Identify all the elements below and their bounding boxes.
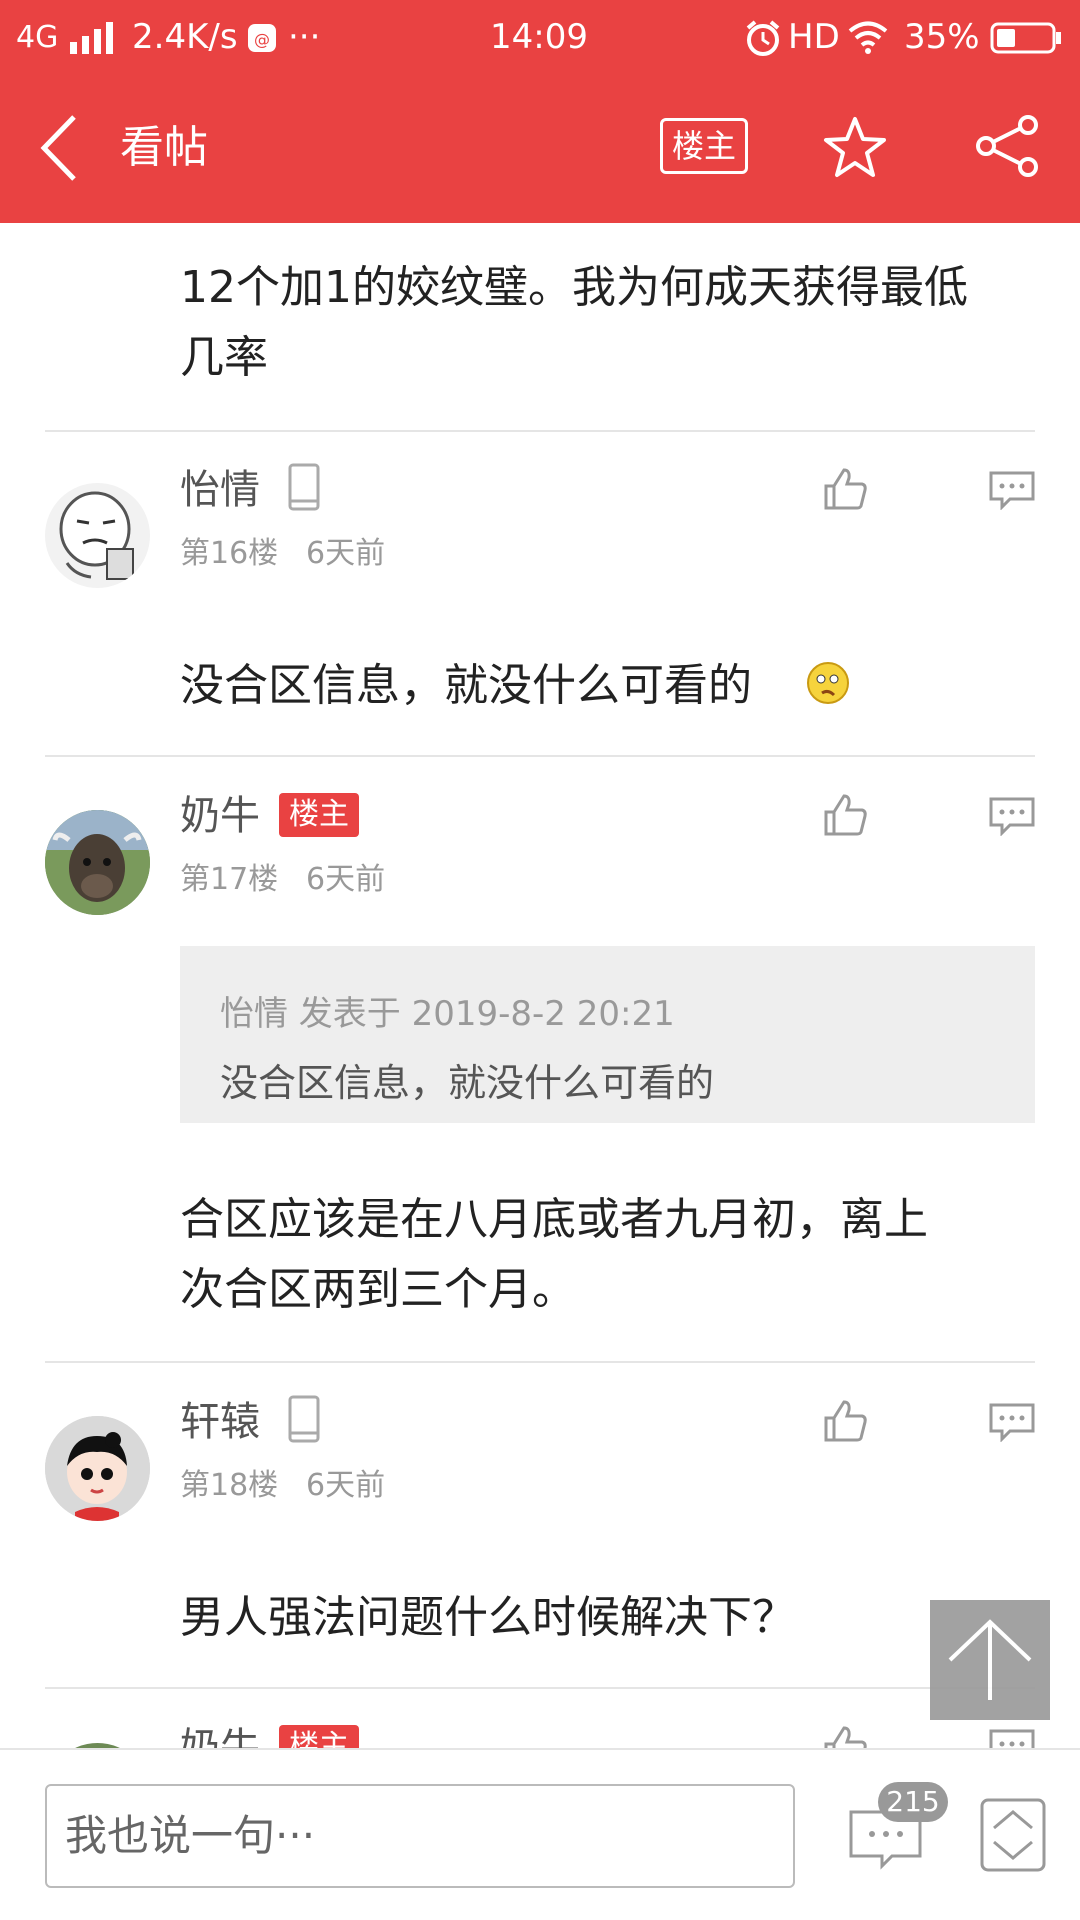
clock: 14:09 [490, 17, 588, 57]
phone-icon [288, 463, 320, 511]
post-text: 合区应该是在八月底或者九月初，离上 [180, 1194, 928, 1245]
post-list[interactable]: 12个加1的姣纹璧。我为何成天获得最低 几率 怡情 第16楼 6天前 没合区信息… [0, 223, 1080, 1748]
phone-icon [288, 1395, 320, 1443]
signal-label: 4G [16, 20, 59, 55]
floor-number: 第16楼 [180, 536, 279, 571]
comment-count-badge: 215 [878, 1782, 948, 1822]
floor-number: 第17楼 [180, 862, 279, 897]
cartoon-girl-avatar-icon [45, 1416, 150, 1521]
post-text: 男人强法问题什么时候解决下？ [180, 1592, 796, 1643]
comment-icon[interactable] [988, 796, 1036, 836]
page-title: 看帖 [120, 122, 208, 173]
divider [45, 1687, 1035, 1689]
op-badge: 楼主 [279, 1725, 359, 1748]
post-text-line2: 次合区两到三个月。 [180, 1264, 576, 1315]
comment-icon[interactable] [988, 1728, 1036, 1748]
post-time: 6天前 [306, 862, 386, 897]
scroll-to-top-button[interactable] [930, 1600, 1050, 1720]
bottom-bar: 我也说一句··· 215 [0, 1748, 1080, 1920]
wifi-icon [848, 21, 888, 54]
quote-text: 没合区信息，就没什么可看的 [220, 1061, 715, 1105]
username[interactable]: 奶牛 [180, 1723, 260, 1748]
divider [45, 755, 1035, 757]
battery-percent: 35% [904, 17, 980, 57]
more-status-dots: ··· [288, 17, 321, 57]
thumbs-up-icon[interactable] [822, 466, 868, 512]
quote-box: 怡情 发表于 2019-8-2 20:21 没合区信息，就没什么可看的 [180, 946, 1035, 1123]
comment-icon[interactable] [988, 1402, 1036, 1442]
app-header: 看帖 楼主 [0, 75, 1080, 223]
post-text: 没合区信息，就没什么可看的 [180, 660, 752, 711]
emoji-icon [807, 662, 849, 704]
divider [45, 430, 1035, 432]
floor-number: 第18楼 [180, 1468, 279, 1503]
signal-bars-icon [70, 22, 113, 54]
avatar[interactable] [45, 810, 150, 915]
notification-icon: @ [248, 24, 276, 52]
meme-face-avatar-icon [59, 491, 134, 580]
alarm-icon [746, 20, 780, 56]
post-text-partial: 12个加1的姣纹璧。我为何成天获得最低 [180, 262, 968, 313]
divider [45, 1361, 1035, 1363]
network-speed: 2.4K/s [132, 17, 238, 57]
svg-text:@: @ [254, 30, 270, 49]
avatar[interactable] [45, 483, 150, 588]
hd-label: HD [788, 17, 840, 57]
star-icon[interactable] [822, 115, 888, 181]
username[interactable]: 轩辕 [180, 1397, 260, 1447]
reply-input[interactable]: 我也说一句··· [45, 1784, 795, 1888]
status-bar: 4G 2.4K/s @ ··· 14:09 HD 35% [0, 0, 1080, 75]
thumbs-up-icon[interactable] [822, 1398, 868, 1444]
only-op-button[interactable]: 楼主 [660, 118, 748, 174]
op-badge: 楼主 [279, 793, 359, 837]
post-text-partial-line2: 几率 [180, 332, 268, 383]
battery-icon [990, 22, 1061, 54]
username[interactable]: 奶牛 [180, 791, 260, 841]
back-arrow-icon[interactable] [36, 113, 86, 183]
page-nav-icon[interactable] [980, 1798, 1046, 1872]
post-time: 6天前 [306, 536, 386, 571]
share-icon[interactable] [974, 113, 1040, 179]
arrow-up-icon [948, 1619, 1032, 1700]
thumbs-up-icon[interactable] [822, 1724, 868, 1748]
post-time: 6天前 [306, 1468, 386, 1503]
comment-icon[interactable] [988, 470, 1036, 510]
username[interactable]: 怡情 [180, 465, 260, 515]
cow-avatar-icon [45, 810, 150, 915]
thumbs-up-icon[interactable] [822, 792, 868, 838]
quote-meta: 怡情 发表于 2019-8-2 20:21 [220, 994, 675, 1034]
avatar[interactable] [45, 1416, 150, 1521]
